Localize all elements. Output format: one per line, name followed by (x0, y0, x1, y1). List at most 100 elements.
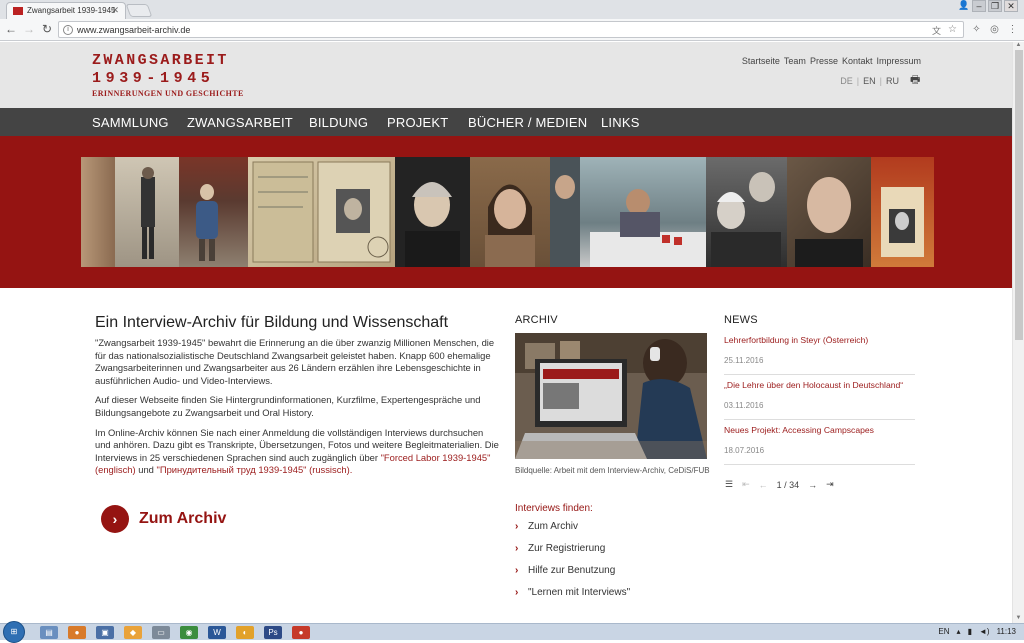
nav-buecher-medien[interactable]: BÜCHER / MEDIEN (468, 115, 587, 130)
lang-en[interactable]: EN (863, 76, 876, 86)
last-page-icon[interactable]: ⇥ (826, 479, 834, 490)
first-page-icon[interactable]: ⇤ (742, 479, 750, 490)
scroll-down-icon[interactable]: ▼ (1013, 615, 1024, 623)
volume-icon[interactable]: ◄) (979, 627, 990, 636)
link-team[interactable]: Team (784, 56, 806, 66)
reload-icon[interactable]: ↻ (40, 22, 54, 36)
word-icon[interactable]: W (208, 626, 226, 639)
list-item-hilfe[interactable]: › Hilfe zur Benutzung (515, 565, 630, 587)
list-item-registrierung[interactable]: › Zur Registrierung (515, 543, 630, 565)
chrome-icon[interactable]: ◉ (180, 626, 198, 639)
news-item-date: 25.11.2016 (724, 356, 764, 365)
site-header: ZWANGSARBEIT 1939-1945 ERINNERUNGEN UND … (0, 42, 1012, 108)
nav-bildung[interactable]: BILDUNG (309, 115, 368, 130)
nav-links[interactable]: LINKS (601, 115, 640, 130)
top-links: Startseite Team Presse Kontakt Impressum (742, 56, 921, 66)
news-item-title[interactable]: „Die Lehre über den Holocaust in Deutsch… (724, 380, 915, 391)
app-icon-4[interactable]: ● (292, 626, 310, 639)
network-icon[interactable]: ▮ (968, 627, 972, 636)
news-item-title[interactable]: Lehrerfortbildung in Steyr (Österreich) (724, 335, 915, 346)
browser-tab[interactable]: Zwangsarbeit 1939-1945 ✕ (6, 2, 126, 19)
lang-ru[interactable]: RU (886, 76, 899, 86)
bookmark-star-icon[interactable]: ☆ (948, 24, 957, 35)
interviews-finden-list: › Zum Archiv › Zur Registrierung › Hilfe zu… (515, 521, 630, 609)
photo-5 (395, 157, 470, 267)
list-item-label: "Lernen mit Interviews" (528, 587, 631, 598)
link-kontakt[interactable]: Kontakt (842, 56, 873, 66)
russian-archive-link[interactable]: "Принудительный труд 1939-1945" (russisc… (157, 464, 353, 475)
archiv-image[interactable] (515, 333, 707, 459)
explorer-icon[interactable]: ▤ (40, 626, 58, 639)
os-taskbar: ⊞ ▤ ● ▣ ◆ ▭ ◉ W ◐ Ps ● EN ▴ ▮ ◄) 11:13 (0, 621, 1024, 643)
list-view-icon[interactable]: ☰ (725, 479, 733, 490)
news-item[interactable]: Neues Projekt: Accessing Campscapes 18.0… (724, 420, 915, 465)
system-tray: EN ▴ ▮ ◄) 11:13 (938, 627, 1016, 636)
news-item[interactable]: Lehrerfortbildung in Steyr (Österreich) … (724, 330, 915, 375)
intro-paragraph-2: Auf dieser Webseite finden Sie Hintergru… (95, 394, 481, 418)
photo-9 (787, 157, 871, 267)
maximize-button[interactable]: ❐ (988, 0, 1002, 12)
nav-projekt[interactable]: PROJEKT (387, 115, 448, 130)
news-pager: ☰ ⇤ ← 1 / 34 → ⇥ (725, 479, 834, 490)
chevron-right-icon: › (515, 543, 519, 554)
browser-tabstrip: Zwangsarbeit 1939-1945 ✕ 👤 – ❐ ✕ (0, 0, 1024, 19)
zum-archiv-label: Zum Archiv (139, 510, 227, 527)
menu-icon[interactable]: ⋮ (1006, 23, 1019, 36)
close-tab-icon[interactable]: ✕ (111, 5, 119, 16)
extension-icon[interactable]: ✧ (970, 23, 983, 36)
photo-2 (115, 157, 179, 267)
lang-separator: | (856, 76, 860, 86)
close-window-button[interactable]: ✕ (1004, 0, 1018, 12)
photo-strip (81, 157, 934, 267)
save-icon[interactable]: ▣ (96, 626, 114, 639)
firefox-icon[interactable]: ● (68, 626, 86, 639)
next-page-icon[interactable]: → (808, 480, 817, 490)
news-title: NEWS (724, 314, 758, 326)
chevron-right-icon: › (515, 521, 519, 532)
page-info-icon[interactable]: i (63, 25, 73, 35)
translate-icon[interactable]: 文 (932, 24, 941, 37)
link-presse[interactable]: Presse (810, 56, 838, 66)
link-impressum[interactable]: Impressum (876, 56, 921, 66)
list-item-lernen[interactable]: › "Lernen mit Interviews" (515, 587, 630, 609)
photo-4 (248, 157, 395, 267)
back-icon[interactable]: ← (4, 22, 18, 36)
lang-de[interactable]: DE (840, 76, 853, 86)
chevron-right-icon: › (101, 505, 129, 533)
news-item[interactable]: „Die Lehre über den Holocaust in Deutsch… (724, 375, 915, 420)
clock[interactable]: 11:13 (997, 627, 1016, 636)
address-bar[interactable]: i www.zwangsarbeit-archiv.de 文 ☆ (58, 21, 964, 38)
news-item-date: 03.11.2016 (724, 401, 764, 410)
photoshop-icon[interactable]: Ps (264, 626, 282, 639)
scroll-up-icon[interactable]: ▲ (1013, 42, 1024, 50)
zum-archiv-button[interactable]: › Zum Archiv (101, 505, 226, 533)
list-item-zum-archiv[interactable]: › Zum Archiv (515, 521, 630, 543)
intro-text: "Zwangsarbeit 1939-1945" bewahrt die Eri… (95, 337, 500, 484)
app-icon-3[interactable]: ◐ (236, 626, 254, 639)
nav-sammlung[interactable]: SAMMLUNG (92, 115, 169, 130)
input-language[interactable]: EN (938, 627, 949, 636)
photo-3 (179, 157, 248, 267)
forward-icon[interactable]: → (22, 22, 36, 36)
intro-paragraph-3-and: und (135, 464, 157, 476)
link-startseite[interactable]: Startseite (742, 56, 780, 66)
prev-page-icon[interactable]: ← (759, 480, 768, 490)
tray-up-icon[interactable]: ▴ (957, 627, 961, 636)
extension-icon-2[interactable]: ◎ (988, 23, 1001, 36)
app-icon[interactable]: ◆ (124, 626, 142, 639)
app-icon-2[interactable]: ▭ (152, 626, 170, 639)
site-logo[interactable]: ZWANGSARBEIT 1939-1945 ERINNERUNGEN UND … (92, 52, 244, 98)
scrollbar-thumb[interactable] (1015, 50, 1023, 340)
favicon-icon (13, 7, 23, 15)
list-item-label: Zur Registrierung (528, 543, 606, 554)
news-item-title[interactable]: Neues Projekt: Accessing Campscapes (724, 425, 915, 436)
user-icon[interactable]: 👤 (958, 0, 970, 12)
print-icon[interactable]: 🖶 (910, 75, 922, 86)
nav-zwangsarbeit[interactable]: ZWANGSARBEIT (187, 115, 293, 130)
logo-line-3: ERINNERUNGEN UND GESCHICHTE (92, 89, 244, 98)
minimize-button[interactable]: – (972, 0, 986, 12)
lang-separator: | (879, 76, 882, 86)
new-tab-button[interactable] (125, 4, 153, 17)
page-scrollbar[interactable]: ▲ ▼ (1012, 42, 1024, 623)
archiv-title: ARCHIV (515, 314, 558, 326)
